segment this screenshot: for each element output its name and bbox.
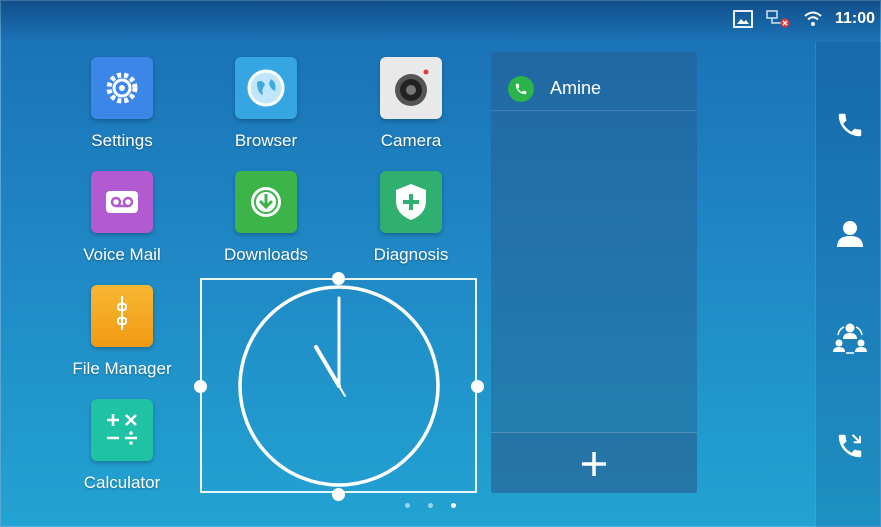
app-label: Diagnosis <box>373 245 449 264</box>
app-label: Calculator <box>83 473 161 492</box>
call-entry[interactable]: Amine <box>491 52 697 111</box>
app-browser[interactable]: Browser <box>211 57 321 151</box>
voicemail-icon <box>91 171 153 233</box>
app-label: Camera <box>380 131 442 150</box>
calculator-icon <box>91 399 153 461</box>
wifi-icon <box>803 10 823 28</box>
app-settings[interactable]: Settings <box>67 57 177 151</box>
app-voice-mail[interactable]: Voice Mail <box>67 171 177 265</box>
app-label: Browser <box>234 131 298 150</box>
app-downloads[interactable]: Downloads <box>211 171 321 265</box>
phone-icon <box>508 76 534 102</box>
resize-handle-right[interactable] <box>471 380 484 393</box>
phone-icon[interactable] <box>833 108 867 142</box>
contact-icon[interactable] <box>833 217 867 251</box>
download-icon <box>235 171 297 233</box>
folder-icon <box>91 285 153 347</box>
page-dot[interactable] <box>428 503 433 508</box>
status-bar: 11:00 <box>0 0 881 42</box>
app-file-manager[interactable]: File Manager <box>67 285 177 379</box>
analog-clock <box>238 285 440 487</box>
hour-hand <box>314 345 341 388</box>
gear-icon <box>91 57 153 119</box>
globe-icon <box>235 57 297 119</box>
add-button[interactable] <box>491 432 697 493</box>
page-dot[interactable] <box>405 503 410 508</box>
plus-icon <box>582 452 606 476</box>
right-sidebar <box>815 42 881 527</box>
page-dot-active[interactable] <box>451 503 456 508</box>
app-calculator[interactable]: Calculator <box>67 399 177 493</box>
app-label: Voice Mail <box>83 245 161 264</box>
resize-handle-bottom[interactable] <box>332 488 345 501</box>
app-diagnosis[interactable]: Diagnosis <box>356 171 466 265</box>
call-history-widget: Amine <box>491 52 697 493</box>
resize-handle-left[interactable] <box>194 380 207 393</box>
network-disconnected-icon <box>765 9 791 29</box>
second-hand <box>338 385 346 397</box>
status-time: 11:00 <box>834 10 875 27</box>
app-label: File Manager <box>72 359 172 378</box>
call-transfer-icon[interactable] <box>833 429 867 463</box>
contact-name: Amine <box>550 78 602 98</box>
group-icon[interactable] <box>833 321 867 355</box>
screenshot-icon <box>733 10 753 28</box>
camera-icon <box>380 57 442 119</box>
page-indicator[interactable] <box>405 503 456 508</box>
shield-plus-icon <box>380 171 442 233</box>
app-label: Settings <box>91 131 153 150</box>
app-label: Downloads <box>223 245 309 264</box>
app-camera[interactable]: Camera <box>356 57 466 151</box>
